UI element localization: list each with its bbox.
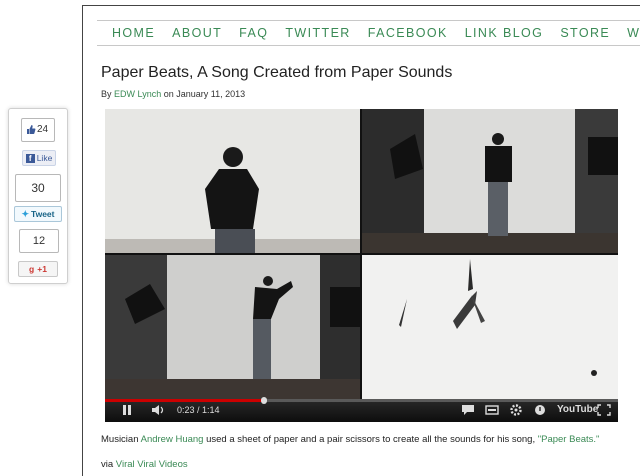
nav-home[interactable]: HOME: [112, 26, 155, 40]
tweet-count-box: 30: [15, 174, 61, 202]
fullscreen-icon[interactable]: [597, 404, 611, 416]
twitter-bird-icon: ✦: [21, 208, 30, 219]
byline: By EDW Lynch on January 11, 2013: [101, 89, 245, 99]
main-nav: HOME ABOUT FAQ TWITTER FACEBOOK LINK BLO…: [97, 20, 640, 46]
video-controls: 0:23 / 1:14 YouTube: [105, 397, 618, 422]
nav-twitter[interactable]: TWITTER: [285, 26, 350, 40]
nav-faq[interactable]: FAQ: [239, 26, 268, 40]
tweet-count: 30: [31, 181, 45, 195]
like-count: 24: [37, 124, 49, 135]
facebook-icon: f: [25, 153, 35, 163]
byline-by: By: [101, 89, 112, 99]
song-link[interactable]: "Paper Beats.": [538, 434, 600, 445]
plusone-count-box: 12: [19, 229, 59, 253]
captions-icon[interactable]: [461, 404, 475, 416]
watch-later-icon[interactable]: [485, 404, 499, 416]
facebook-like-count-box: 24: [21, 118, 55, 142]
pause-icon[interactable]: [121, 404, 133, 416]
settings-gear-icon[interactable]: [509, 404, 523, 416]
video-frame: [105, 109, 618, 399]
progress-track[interactable]: [105, 397, 618, 404]
video-player[interactable]: 0:23 / 1:14 YouTube: [105, 109, 618, 422]
plusone-label: +1: [37, 264, 47, 274]
post-description: Musician Andrew Huang used a sheet of pa…: [101, 434, 599, 445]
nav-facebook[interactable]: FACEBOOK: [368, 26, 448, 40]
google-plusone-button[interactable]: g +1: [18, 261, 58, 277]
nav-link-blog[interactable]: LINK BLOG: [465, 26, 544, 40]
desc-text-1: Musician: [101, 434, 141, 445]
desc-text-2: used a sheet of paper and a pair scissor…: [203, 434, 538, 445]
nav-about[interactable]: ABOUT: [172, 26, 222, 40]
plusone-count: 12: [32, 235, 46, 247]
progress-fill: [105, 399, 265, 402]
thumbs-up-icon: [27, 125, 36, 134]
progress-scrubber[interactable]: [261, 397, 268, 404]
post-title: Paper Beats, A Song Created from Paper S…: [101, 64, 453, 81]
youtube-logo[interactable]: YouTube: [557, 404, 598, 415]
tweet-label: Tweet: [31, 209, 55, 219]
post-date: on January 11, 2013: [163, 89, 246, 99]
share-sidebar: 24 f Like 30 ✦ Tweet 12 g +1: [8, 108, 68, 284]
facebook-like-button[interactable]: f Like: [22, 150, 56, 166]
info-clock-icon[interactable]: [533, 404, 547, 416]
artist-link[interactable]: Andrew Huang: [141, 434, 204, 445]
video-time: 0:23 / 1:14: [177, 405, 220, 415]
volume-icon[interactable]: [151, 404, 167, 416]
nav-web[interactable]: WEB: [627, 26, 640, 40]
like-label: Like: [36, 153, 53, 163]
tweet-button[interactable]: ✦ Tweet: [14, 206, 62, 222]
author-link[interactable]: EDW Lynch: [114, 89, 161, 99]
nav-store[interactable]: STORE: [560, 26, 610, 40]
google-g-icon: g: [29, 264, 35, 274]
